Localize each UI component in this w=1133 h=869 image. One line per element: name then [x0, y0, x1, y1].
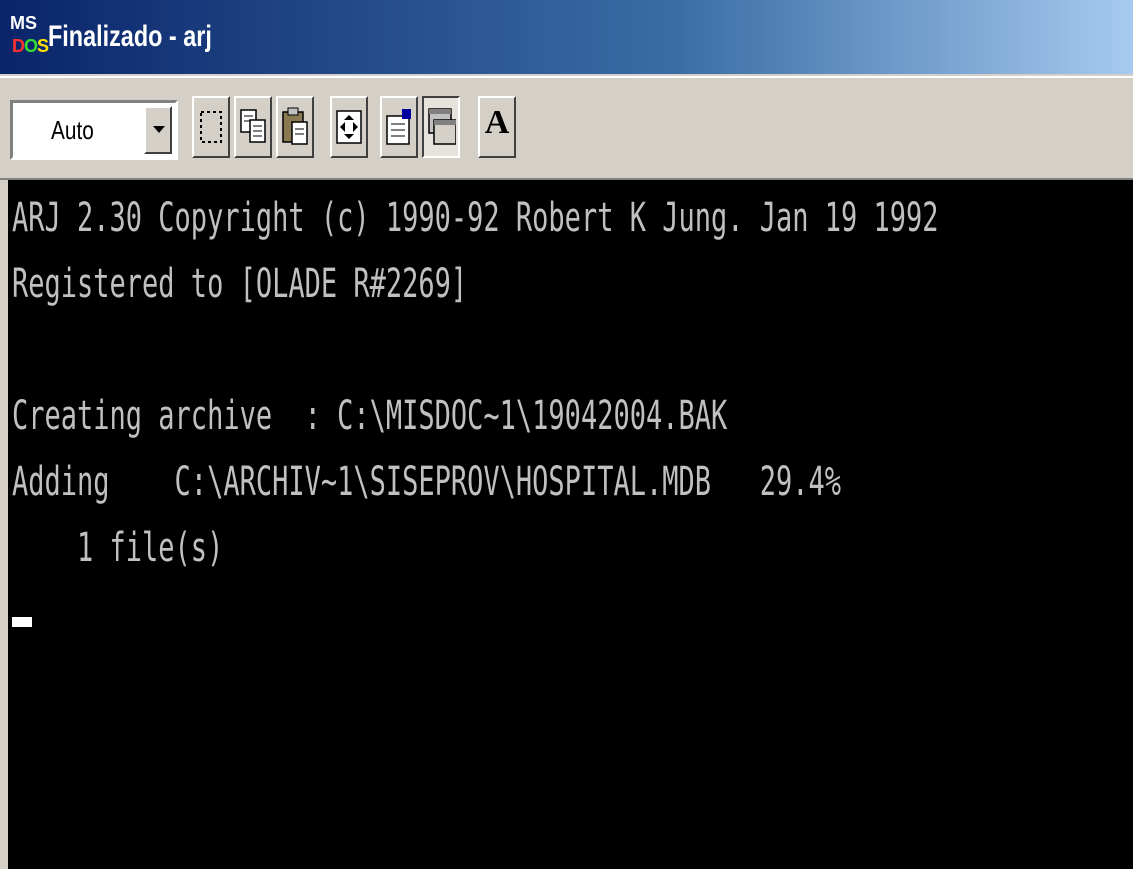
background-icon: [428, 108, 456, 145]
console-line: Registered to [OLADE R#2269]: [12, 261, 468, 307]
window-title: Finalizado - arj: [48, 20, 212, 53]
ms-dos-icon[interactable]: MS DOS: [10, 12, 49, 62]
copy-icon: [240, 109, 266, 143]
fullscreen-button[interactable]: [330, 96, 368, 158]
font-size-select[interactable]: Auto: [10, 100, 178, 160]
chevron-down-icon[interactable]: [144, 106, 172, 154]
paste-button[interactable]: [276, 96, 314, 158]
toolbar: Auto A: [0, 78, 1133, 180]
msdos-window: MS DOS Finalizado - arj Auto A ARJ 2.30 …: [0, 0, 1133, 869]
properties-button[interactable]: [380, 96, 418, 158]
console-output[interactable]: ARJ 2.30 Copyright (c) 1990-92 Robert K …: [0, 180, 1133, 869]
copy-button[interactable]: [234, 96, 272, 158]
properties-icon: [386, 109, 411, 145]
font-icon: A: [484, 104, 510, 141]
text-cursor: [12, 617, 32, 627]
paste-icon: [282, 107, 308, 145]
fullscreen-icon: [336, 110, 362, 144]
mark-button[interactable]: [192, 96, 230, 158]
title-bar[interactable]: MS DOS Finalizado - arj: [0, 0, 1133, 74]
console-line: ARJ 2.30 Copyright (c) 1990-92 Robert K …: [12, 195, 939, 241]
mark-icon: [200, 111, 222, 143]
background-button[interactable]: [422, 96, 460, 158]
font-size-value: Auto: [51, 115, 94, 145]
console-line: 1 file(s): [12, 525, 224, 571]
console-line: Adding C:\ARCHIV~1\SISEPROV\HOSPITAL.MDB…: [12, 459, 842, 505]
console-line: Creating archive : C:\MISDOC~1\19042004.…: [12, 393, 728, 439]
font-button[interactable]: A: [478, 96, 516, 158]
